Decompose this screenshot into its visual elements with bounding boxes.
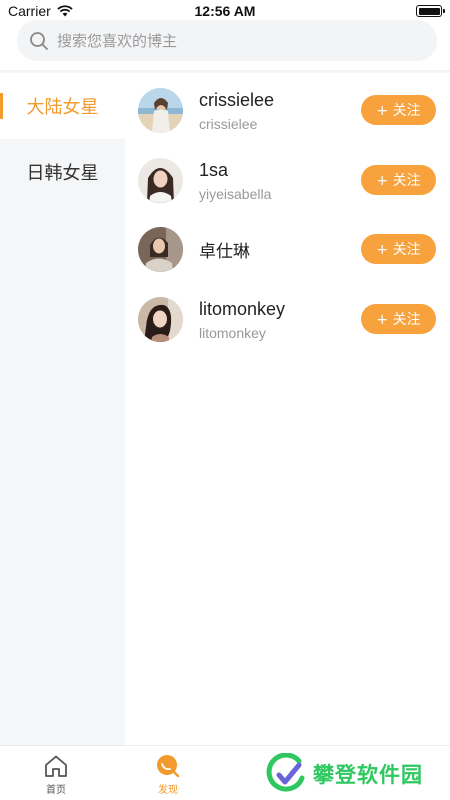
sidebar-item-label: 日韩女星 — [26, 163, 99, 184]
battery-icon — [416, 5, 445, 17]
blogger-handle: yiyeisabella — [199, 185, 272, 202]
blogger-handle: crissielee — [199, 116, 258, 132]
active-indicator — [0, 93, 3, 119]
sidebar-item-mainland-actresses[interactable]: 大陆女星 — [0, 73, 125, 139]
search-bar[interactable] — [17, 20, 437, 61]
search-input[interactable] — [57, 31, 387, 50]
avatar[interactable] — [138, 227, 183, 272]
watermark: 攀登软件园 — [265, 752, 445, 796]
home-icon — [45, 755, 67, 777]
follow-button[interactable]: + 关注 — [361, 164, 436, 195]
tab-label: 首页 — [46, 785, 66, 796]
watermark-logo-icon — [266, 753, 305, 792]
follow-button[interactable]: + 关注 — [361, 303, 436, 334]
blogger-list: crissielee crissielee + 关注 1sa yiyeisabe… — [125, 73, 450, 351]
avatar[interactable] — [138, 157, 183, 203]
watermark-text: 攀登软件园 — [313, 763, 423, 787]
tab-home[interactable]: 首页 — [26, 754, 86, 796]
list-item[interactable]: crissielee crissielee + 关注 — [125, 73, 450, 143]
sidebar-item-label: 大陆女星 — [26, 97, 99, 118]
sidebar-item-japan-korea-actresses[interactable]: 日韩女星 — [0, 139, 125, 205]
blogger-handle: litomonkey — [199, 324, 266, 341]
list-item[interactable]: litomonkey litomonkey + 关注 — [125, 282, 450, 352]
blogger-name: 1sa — [199, 159, 229, 180]
follow-button[interactable]: + 关注 — [361, 95, 436, 125]
discover-icon — [157, 755, 180, 778]
list-item[interactable]: 1sa yiyeisabella + 关注 — [125, 143, 450, 213]
blogger-name: litomonkey — [199, 298, 286, 319]
avatar[interactable] — [138, 296, 183, 342]
tab-label: 发现 — [158, 785, 178, 796]
tab-discover[interactable]: 发现 — [138, 754, 198, 796]
avatar[interactable] — [138, 88, 183, 133]
blogger-name: 卓仕琳 — [199, 242, 250, 262]
list-item[interactable]: 卓仕琳 + 关注 — [125, 212, 450, 282]
follow-button[interactable]: + 关注 — [361, 234, 436, 264]
status-bar: Carrier 12:56 AM — [0, 0, 450, 22]
search-icon — [30, 31, 48, 50]
category-sidebar: 大陆女星 日韩女星 — [0, 73, 125, 745]
status-time: 12:56 AM — [194, 3, 256, 19]
blogger-name: crissielee — [199, 90, 275, 110]
